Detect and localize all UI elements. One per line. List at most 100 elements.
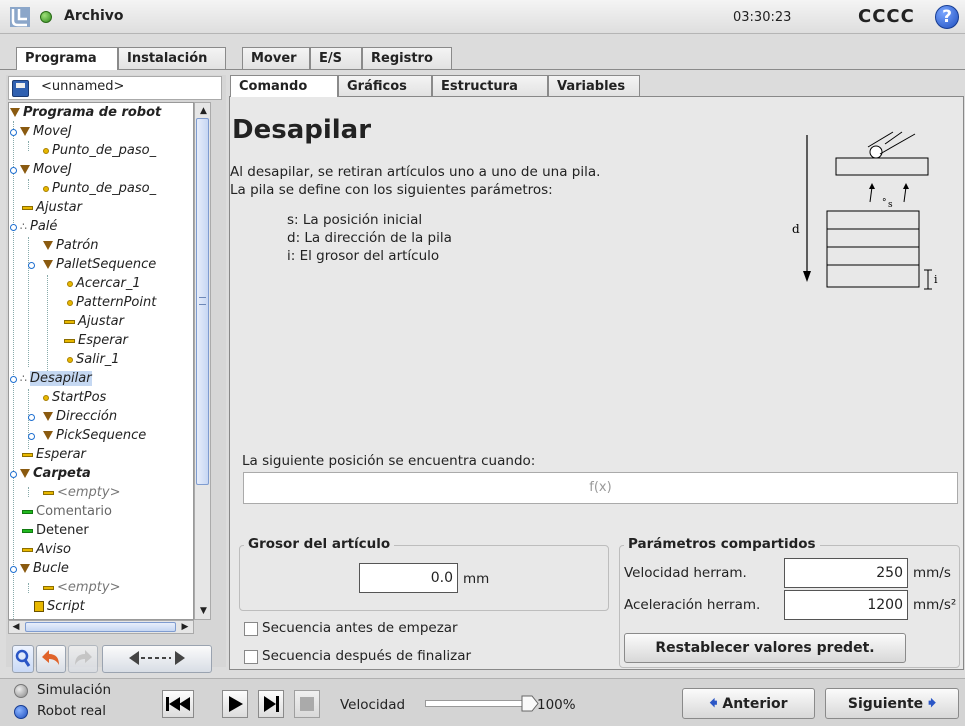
scroll-left-icon[interactable]: ◀ xyxy=(9,619,23,635)
previous-button[interactable]: 🠸 Anterior xyxy=(682,688,815,719)
shared-params-title: Parámetros compartidos xyxy=(624,536,820,552)
thickness-unit: mm xyxy=(463,571,490,587)
tree-node[interactable]: Detener xyxy=(22,521,89,540)
title-bar xyxy=(0,0,965,34)
next-button[interactable]: Siguiente 🠺 xyxy=(825,688,959,719)
tree-node[interactable]: ∴ Palé xyxy=(20,217,57,236)
sequence-before-label: Secuencia antes de empezar xyxy=(262,620,458,636)
next-position-label: La siguiente posición se encuentra cuand… xyxy=(242,453,536,469)
reset-defaults-button[interactable]: Restablecer valores predet. xyxy=(624,633,906,663)
tree-node[interactable]: Salir_1 xyxy=(67,350,120,369)
scroll-right-icon[interactable]: ▶ xyxy=(178,619,192,635)
undo-icon xyxy=(42,650,59,665)
tree-node[interactable]: Esperar xyxy=(64,331,128,350)
sequence-after-checkbox[interactable] xyxy=(244,650,258,664)
tool-accel-label: Aceleración herram. xyxy=(624,597,761,613)
param-description: i: El grosor del artículo xyxy=(287,248,440,264)
tree-node[interactable]: Programa de robot xyxy=(10,103,161,122)
tree-node[interactable]: Punto_de_paso_ xyxy=(43,179,156,198)
restart-button[interactable] xyxy=(162,690,194,718)
tree-node[interactable]: PalletSequence xyxy=(43,255,156,274)
scroll-up-icon[interactable]: ▲ xyxy=(195,103,212,119)
file-menu[interactable]: Archivo xyxy=(64,8,124,24)
tree-node[interactable]: Carpeta xyxy=(20,464,91,483)
tree-node[interactable]: Script xyxy=(34,597,85,616)
tab-registro[interactable]: Registro xyxy=(362,47,452,69)
play-button[interactable] xyxy=(222,690,248,718)
step-icon xyxy=(264,696,279,712)
clock: 03:30:23 xyxy=(733,10,792,25)
speed-slider[interactable] xyxy=(425,700,525,707)
ur-logo-icon xyxy=(10,7,30,27)
sequence-before-checkbox[interactable] xyxy=(244,622,258,636)
param-description: s: La posición inicial xyxy=(287,212,423,228)
tab-mover[interactable]: Mover xyxy=(242,47,310,69)
destack-diagram: d ° s i xyxy=(792,131,938,290)
tab-es[interactable]: E/S xyxy=(310,47,362,69)
save-icon[interactable] xyxy=(12,80,29,97)
tree-node[interactable]: <empty> xyxy=(43,483,121,502)
tree-node[interactable]: Comentario xyxy=(22,502,112,521)
tool-speed-label: Velocidad herram. xyxy=(624,565,747,581)
tree-node[interactable]: PatternPoint xyxy=(67,293,156,312)
diagram-label-d: d xyxy=(792,222,800,236)
program-filename: <unnamed> xyxy=(41,79,125,94)
real-robot-radio[interactable] xyxy=(14,705,28,719)
tree-node[interactable]: PickSequence xyxy=(43,426,146,445)
skip-back-icon xyxy=(166,697,190,711)
diagram-label-s: s xyxy=(888,200,893,210)
sequence-after-label: Secuencia después de finalizar xyxy=(262,648,472,664)
redo-button[interactable] xyxy=(68,645,98,673)
tool-speed-input[interactable]: 250 xyxy=(784,558,908,588)
move-arrows-icon xyxy=(129,651,185,665)
thickness-input[interactable]: 0.0 xyxy=(359,563,458,593)
tab-graficos[interactable]: Gráficos xyxy=(338,75,432,96)
undo-button[interactable] xyxy=(36,645,66,673)
tree-node[interactable]: Esperar xyxy=(22,445,86,464)
tree-node[interactable]: Ajustar xyxy=(64,312,124,331)
tree-node[interactable]: MoveJ xyxy=(20,122,72,141)
tab-programa[interactable]: Programa xyxy=(16,47,118,70)
tree-node[interactable]: <empty> xyxy=(43,578,121,597)
param-description: d: La dirección de la pila xyxy=(287,230,452,246)
expression-field[interactable]: f(x) xyxy=(243,472,958,504)
tree-node[interactable]: Ajustar xyxy=(22,198,82,217)
tree-node[interactable]: Acercar_1 xyxy=(67,274,141,293)
scroll-down-icon[interactable]: ▼ xyxy=(195,603,212,619)
tab-comando[interactable]: Comando xyxy=(230,75,338,97)
move-node-button[interactable] xyxy=(102,645,212,673)
speed-label: Velocidad xyxy=(340,697,406,713)
tree-node[interactable]: MoveJ xyxy=(20,160,72,179)
tool-speed-unit: mm/s xyxy=(913,565,951,581)
tree-node[interactable]: StartPos xyxy=(43,388,106,407)
tab-instalacion[interactable]: Instalación xyxy=(118,47,226,69)
stop-icon xyxy=(300,697,314,711)
tab-divider xyxy=(0,69,965,70)
thickness-title: Grosor del artículo xyxy=(244,536,395,552)
tree-node[interactable]: Dirección xyxy=(43,407,117,426)
tree-node[interactable]: Aviso xyxy=(22,540,71,559)
description-line: Al desapilar, se retiran artículos uno a… xyxy=(230,164,601,180)
stop-button[interactable] xyxy=(294,690,320,718)
search-tree-button[interactable] xyxy=(12,645,34,673)
simulation-radio[interactable] xyxy=(14,684,28,698)
simulation-label: Simulación xyxy=(37,682,112,698)
diagram-label-i: i xyxy=(934,273,938,286)
redo-icon xyxy=(75,650,92,665)
tree-hscroll-thumb[interactable] xyxy=(25,622,176,632)
tool-accel-unit: mm/s² xyxy=(913,597,957,613)
tool-accel-input[interactable]: 1200 xyxy=(784,590,908,620)
tree-node[interactable]: Patrón xyxy=(43,236,98,255)
help-icon[interactable]: ? xyxy=(935,5,959,29)
tree-node[interactable]: Punto_de_paso_ xyxy=(43,141,156,160)
step-button[interactable] xyxy=(258,690,284,718)
tab-estructura[interactable]: Estructura xyxy=(432,75,548,96)
search-icon xyxy=(15,649,31,667)
program-tree[interactable]: Programa de robot MoveJ Punto_de_paso_ M… xyxy=(8,102,194,620)
tree-node[interactable]: Bucle xyxy=(20,559,69,578)
tree-node-selected[interactable]: ∴ Desapilar xyxy=(20,369,92,388)
tab-variables[interactable]: Variables xyxy=(548,75,640,96)
status-led-icon xyxy=(40,11,52,23)
arrow-right-icon: 🠺 xyxy=(928,693,937,712)
tree-scroll-thumb[interactable] xyxy=(196,118,209,485)
